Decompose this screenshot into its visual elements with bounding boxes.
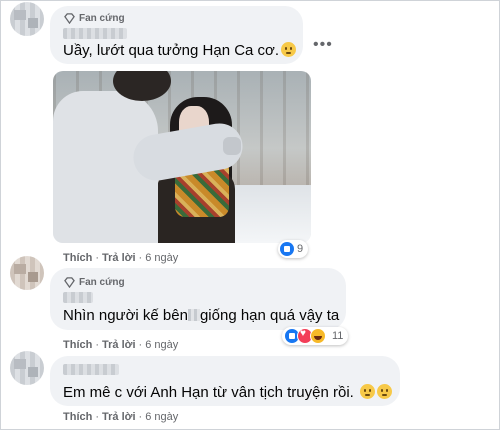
comment-photo[interactable] — [53, 71, 311, 243]
redacted-patch — [187, 309, 200, 321]
flushed-face-emoji — [377, 384, 392, 399]
badge-row-1: Fan cứng — [64, 13, 125, 24]
commenter-avatar-3[interactable] — [10, 351, 44, 385]
commenter-avatar-2[interactable] — [10, 256, 44, 290]
comment-actions-3: Thích · Trả lời · 6 ngày — [63, 411, 179, 423]
fan-badge[interactable]: Fan cứng — [79, 13, 125, 24]
reaction-count-2[interactable]: 11 — [282, 327, 349, 345]
comment-time[interactable]: 6 ngày — [145, 339, 178, 351]
reply-button[interactable]: Trả lời — [102, 411, 136, 423]
like-button[interactable]: Thích — [63, 411, 92, 423]
commenter-name-3[interactable] — [63, 364, 119, 375]
commenter-name-2[interactable] — [63, 292, 93, 303]
comment-text-3: Em mê c với Anh Hạn từ vân tịch truyện r… — [63, 384, 392, 401]
reaction-count-1[interactable]: 9 — [278, 240, 309, 258]
comment-time[interactable]: 6 ngày — [145, 411, 178, 423]
badge-row-2: Fan cứng — [64, 277, 125, 288]
comment-text-2: Nhìn người kế bên giống hạn quá vậy ta — [63, 307, 340, 324]
fan-badge[interactable]: Fan cứng — [79, 277, 125, 288]
like-button[interactable]: Thích — [63, 252, 92, 264]
commenter-name-1[interactable] — [63, 28, 127, 39]
reply-button[interactable]: Trả lời — [102, 252, 136, 264]
diamond-icon — [64, 13, 75, 24]
haha-reaction-icon — [310, 328, 326, 344]
comment-actions-1: Thích · Trả lời · 6 ngày — [63, 252, 179, 264]
more-options-button[interactable]: ••• — [313, 36, 333, 54]
comment-time[interactable]: 6 ngày — [145, 252, 178, 264]
comment-actions-2: Thích · Trả lời · 6 ngày — [63, 339, 179, 351]
comment-text-1: Uầy, lướt qua tưởng Hạn Ca cơ. — [63, 42, 297, 59]
commenter-avatar-1[interactable] — [10, 2, 44, 36]
diamond-icon — [64, 277, 75, 288]
flushed-face-emoji — [360, 384, 375, 399]
like-button[interactable]: Thích — [63, 339, 92, 351]
reply-button[interactable]: Trả lời — [102, 339, 136, 351]
like-reaction-icon — [280, 242, 294, 256]
flushed-face-emoji — [281, 42, 297, 57]
